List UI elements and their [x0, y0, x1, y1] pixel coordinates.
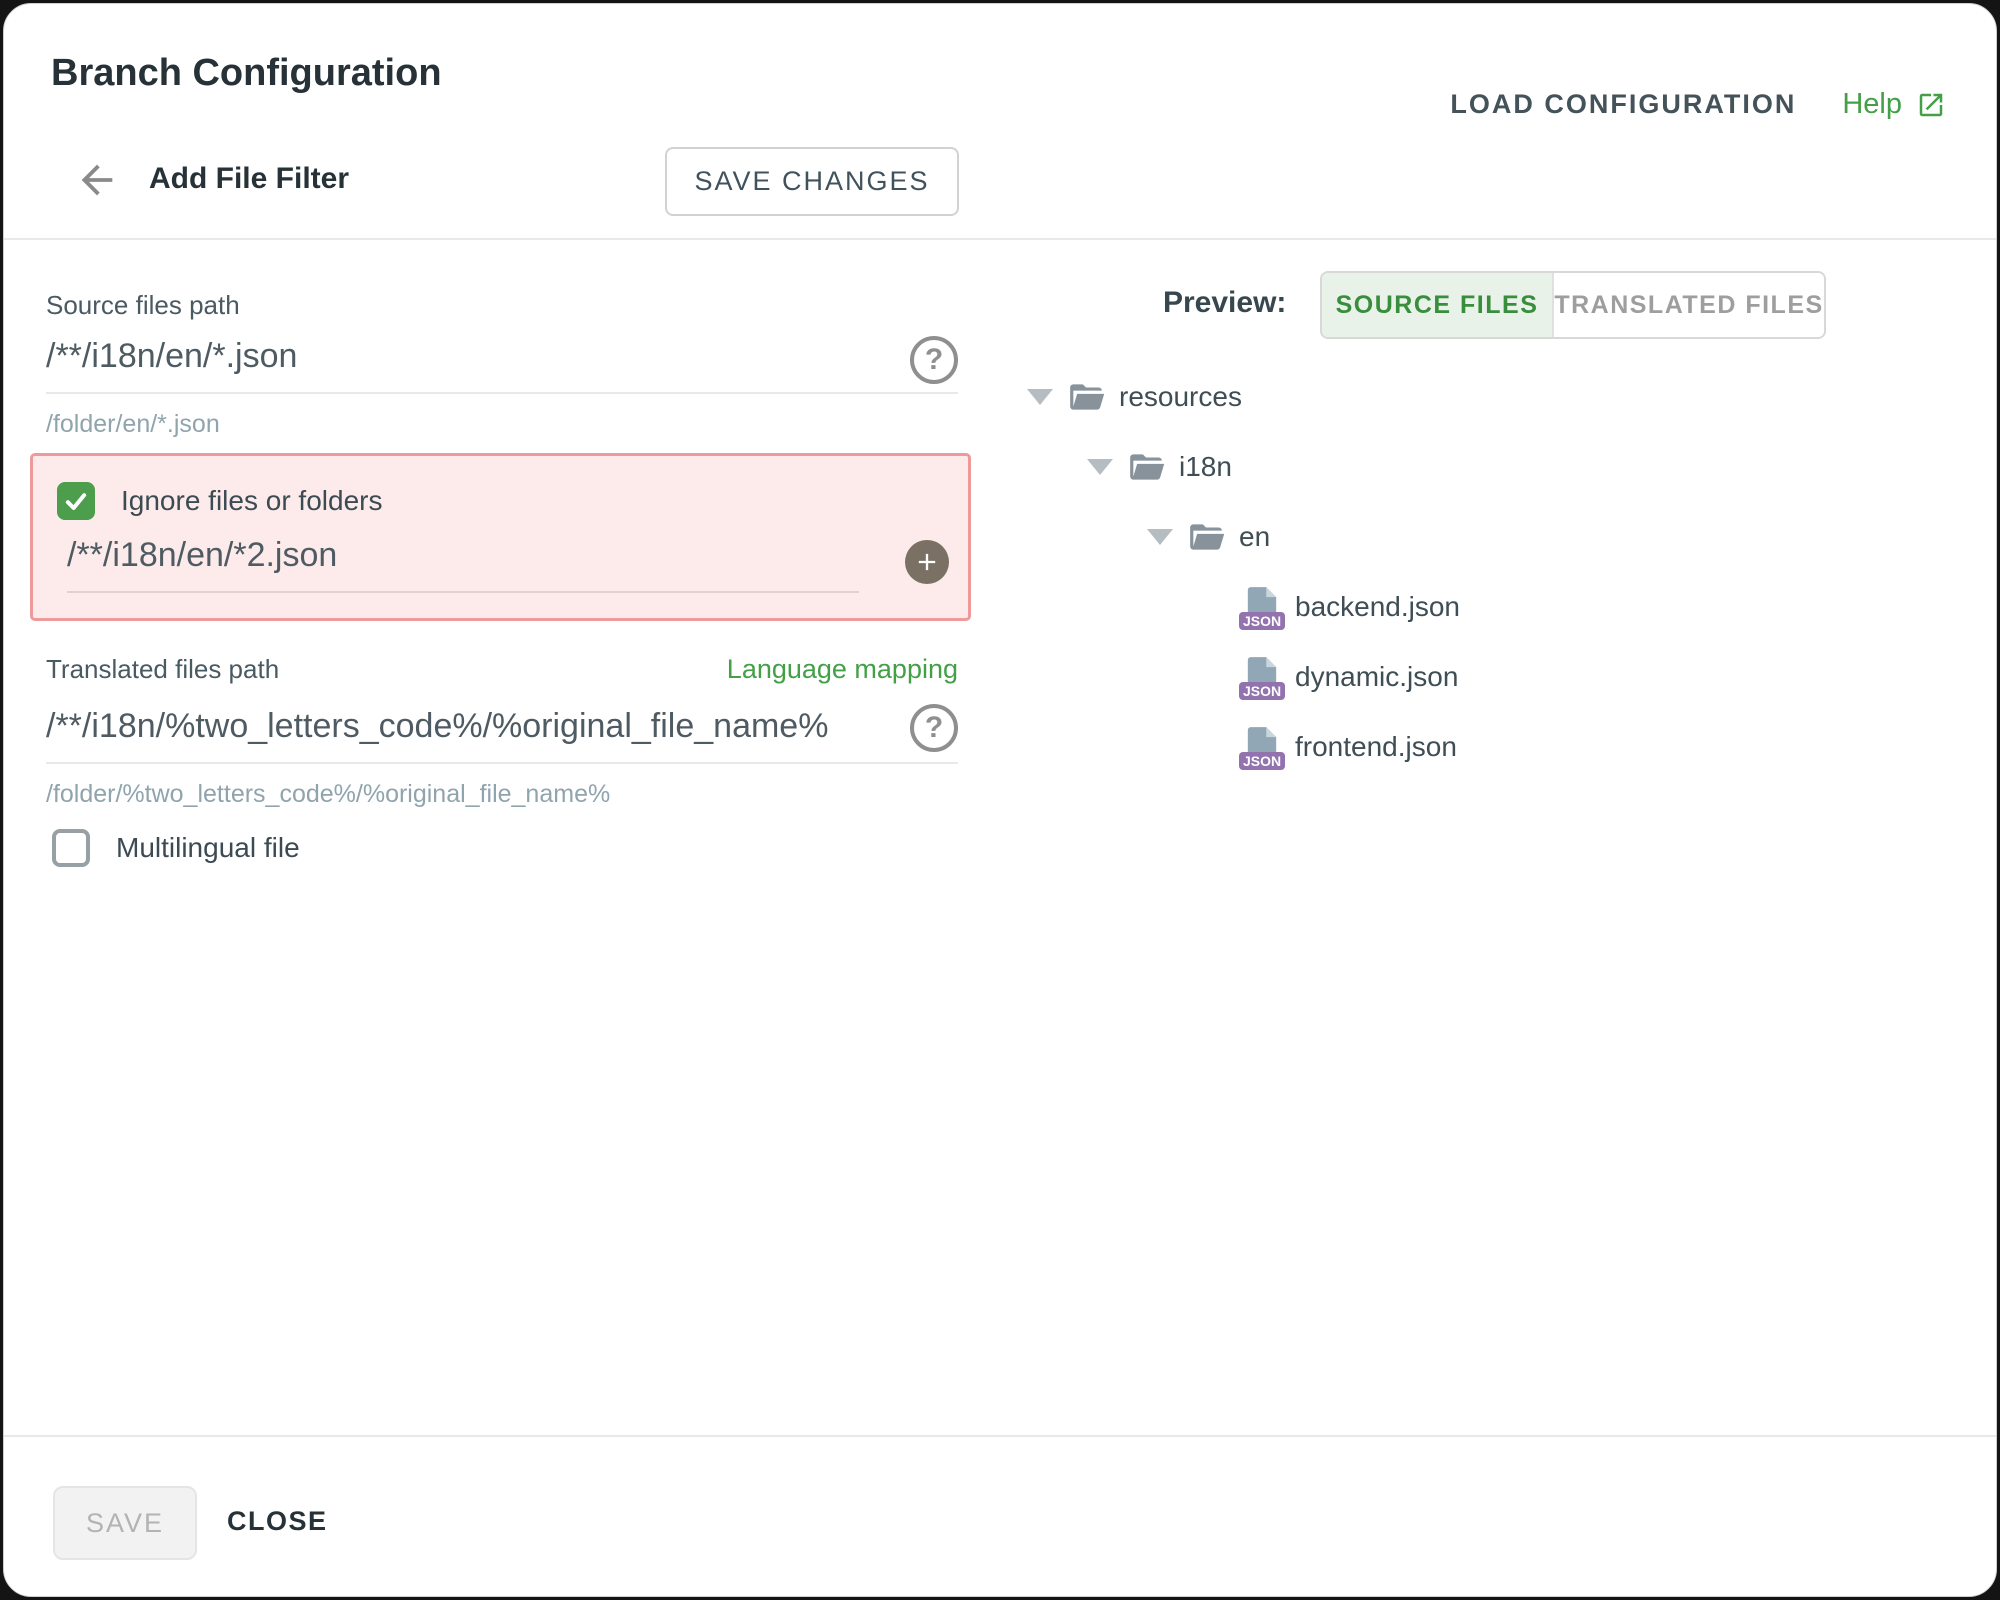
tree-row-file[interactable]: JSON frontend.json — [1027, 712, 1460, 782]
preview-tabs: SOURCE FILES TRANSLATED FILES — [1320, 271, 1826, 339]
multilingual-checkbox[interactable] — [52, 829, 90, 867]
help-link[interactable]: Help — [1842, 88, 1946, 121]
tree-item-label[interactable]: backend.json — [1295, 591, 1460, 623]
caret-down-icon[interactable] — [1087, 459, 1113, 475]
folder-icon — [1067, 378, 1105, 416]
tree-row-file[interactable]: JSON dynamic.json — [1027, 642, 1460, 712]
dialog-header: Branch Configuration LOAD CONFIGURATION … — [4, 4, 1996, 240]
caret-down-icon[interactable] — [1027, 389, 1053, 405]
back-arrow-icon[interactable] — [74, 157, 120, 203]
dialog-footer: SAVE CLOSE — [4, 1435, 1996, 1596]
page-title: Branch Configuration — [51, 52, 442, 95]
tree-row-folder[interactable]: i18n — [1027, 432, 1460, 502]
json-badge: JSON — [1239, 682, 1285, 700]
file-tree: resources i18n en JSON back — [1027, 362, 1460, 782]
translated-path-hint: /folder/%two_letters_code%/%original_fil… — [46, 780, 610, 809]
translated-path-label-row: Translated files path Language mapping — [46, 654, 958, 685]
json-badge: JSON — [1239, 752, 1285, 770]
source-files-path-label: Source files path — [46, 290, 240, 321]
help-link-label: Help — [1842, 88, 1902, 121]
source-files-path-input[interactable] — [46, 337, 958, 394]
save-button[interactable]: SAVE — [53, 1486, 197, 1560]
tree-row-file[interactable]: JSON backend.json — [1027, 572, 1460, 642]
tab-source-files[interactable]: SOURCE FILES — [1322, 273, 1552, 337]
ignore-files-row: Ignore files or folders — [57, 482, 382, 520]
tree-row-folder[interactable]: en — [1027, 502, 1460, 572]
folder-icon — [1127, 448, 1165, 486]
load-configuration-button[interactable]: LOAD CONFIGURATION — [1450, 89, 1796, 120]
translated-files-path-input[interactable] — [46, 707, 958, 764]
external-link-icon — [1916, 90, 1946, 120]
translated-path-help-icon[interactable]: ? — [910, 704, 958, 752]
preview-label: Preview: — [1163, 286, 1286, 320]
ignore-files-checkbox[interactable] — [57, 482, 95, 520]
close-button[interactable]: CLOSE — [227, 1489, 328, 1553]
ignore-files-section: Ignore files or folders — [30, 453, 971, 621]
tree-item-label[interactable]: frontend.json — [1295, 731, 1457, 763]
folder-icon — [1187, 518, 1225, 556]
add-ignore-pattern-button[interactable] — [905, 540, 949, 584]
filter-subtitle: Add File Filter — [149, 162, 349, 196]
tree-row-folder[interactable]: resources — [1027, 362, 1460, 432]
tree-item-label[interactable]: en — [1239, 521, 1270, 553]
json-file-icon: JSON — [1245, 727, 1279, 767]
header-actions: LOAD CONFIGURATION Help — [1450, 88, 1946, 121]
tree-item-label[interactable]: resources — [1119, 381, 1242, 413]
json-file-icon: JSON — [1245, 657, 1279, 697]
tree-item-label[interactable]: i18n — [1179, 451, 1232, 483]
tab-translated-files[interactable]: TRANSLATED FILES — [1552, 273, 1824, 337]
source-path-hint: /folder/en/*.json — [46, 410, 220, 439]
tree-item-label[interactable]: dynamic.json — [1295, 661, 1458, 693]
plus-icon — [913, 548, 941, 576]
checkmark-icon — [62, 487, 90, 515]
ignore-pattern-input[interactable] — [67, 536, 859, 593]
json-badge: JSON — [1239, 612, 1285, 630]
save-changes-button[interactable]: SAVE CHANGES — [665, 147, 959, 216]
multilingual-row: Multilingual file — [52, 829, 300, 867]
language-mapping-link[interactable]: Language mapping — [727, 654, 958, 685]
multilingual-label: Multilingual file — [116, 832, 300, 864]
caret-down-icon[interactable] — [1147, 529, 1173, 545]
ignore-files-label: Ignore files or folders — [121, 485, 382, 517]
json-file-icon: JSON — [1245, 587, 1279, 627]
translated-files-path-label: Translated files path — [46, 654, 279, 685]
source-path-help-icon[interactable]: ? — [910, 336, 958, 384]
branch-configuration-dialog: Branch Configuration LOAD CONFIGURATION … — [3, 3, 1997, 1597]
